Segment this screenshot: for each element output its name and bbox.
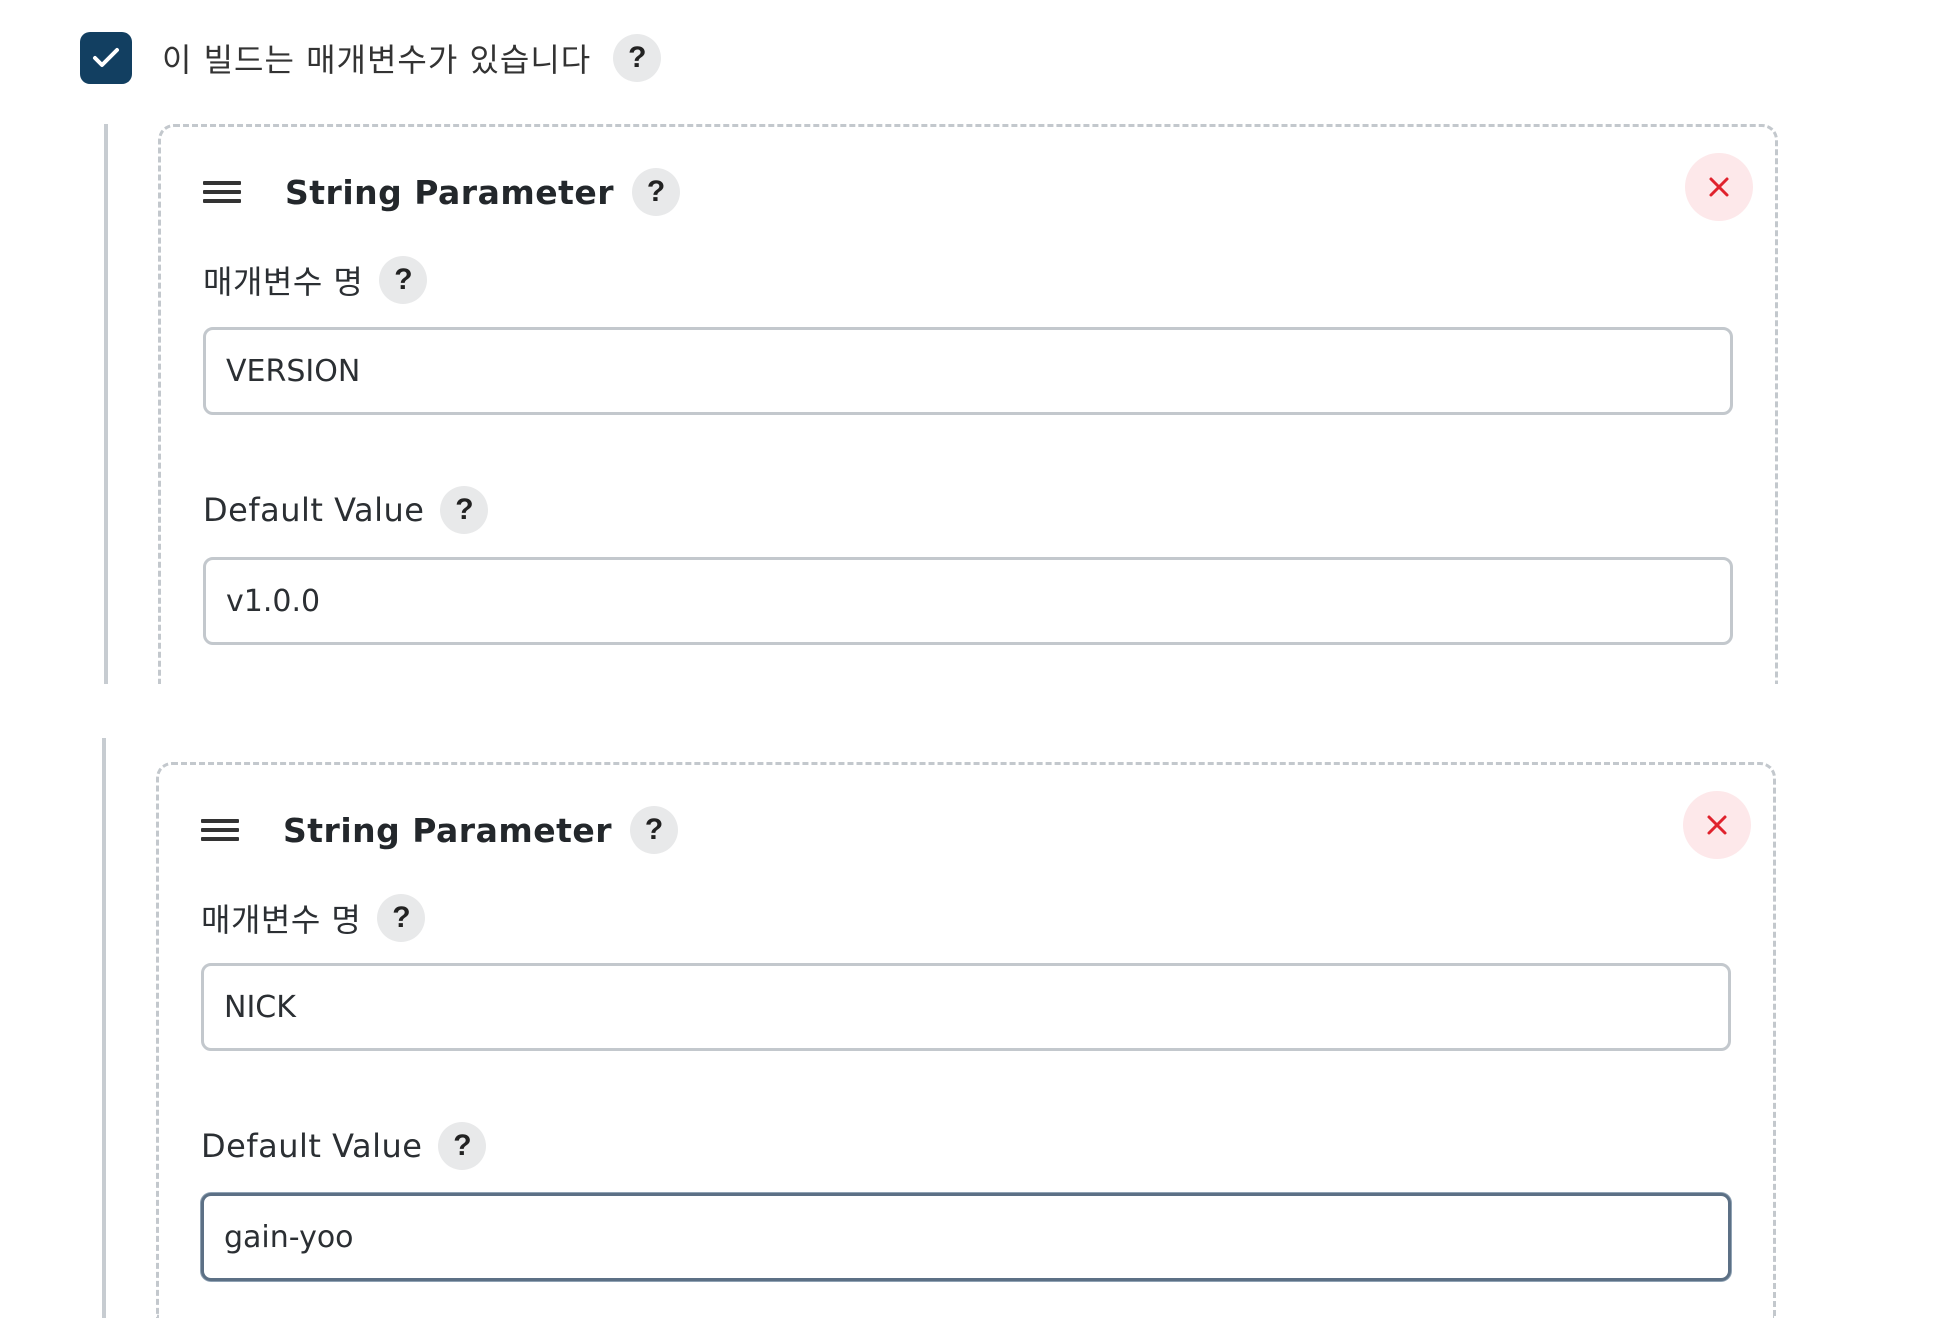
parameter-name-label: 매개변수 명 (203, 263, 364, 301)
checkmark-icon (93, 48, 119, 67)
default-value-label-row: Default Value ? (203, 485, 489, 535)
nesting-indicator-line (104, 124, 108, 684)
help-icon[interactable]: ? (632, 168, 681, 216)
has-parameters-label[interactable]: 이 빌드는 매개변수가 있습니다 (162, 35, 591, 81)
parameter-type-title: String Parameter (283, 810, 613, 850)
help-icon[interactable]: ? (613, 34, 662, 82)
help-icon[interactable]: ? (379, 256, 428, 304)
default-value-label: Default Value (201, 1127, 423, 1165)
parameter-name-label-row: 매개변수 명 ? (201, 893, 426, 943)
has-parameters-checkbox[interactable] (80, 32, 132, 84)
nesting-indicator-line (102, 738, 106, 1318)
default-value-label-row: Default Value ? (201, 1121, 487, 1171)
string-parameter-block: String Parameter ? 매개변수 명 ? Default Valu… (158, 124, 1778, 684)
help-icon[interactable]: ? (630, 806, 679, 854)
parameter-name-label-row: 매개변수 명 ? (203, 255, 428, 305)
build-parameters-section: 이 빌드는 매개변수가 있습니다 ? String Parameter ? 매개… (0, 0, 1940, 1318)
close-icon (1707, 815, 1727, 835)
parameter-type-title: String Parameter (285, 172, 615, 212)
parameter-name-input[interactable] (203, 327, 1733, 415)
default-value-input[interactable] (201, 1193, 1731, 1281)
help-icon[interactable]: ? (440, 486, 489, 534)
help-icon[interactable]: ? (438, 1122, 487, 1170)
delete-parameter-button[interactable] (1685, 153, 1753, 221)
drag-handle-icon[interactable] (201, 817, 239, 843)
help-icon[interactable]: ? (377, 894, 426, 942)
default-value-input[interactable] (203, 557, 1733, 645)
drag-handle-icon[interactable] (203, 179, 241, 205)
parameter-name-input[interactable] (201, 963, 1731, 1051)
default-value-label: Default Value (203, 491, 425, 529)
parameter-name-label: 매개변수 명 (201, 901, 362, 939)
parameter-header: String Parameter ? (201, 805, 679, 855)
has-parameters-row: 이 빌드는 매개변수가 있습니다 ? (80, 32, 662, 84)
close-icon (1709, 177, 1729, 197)
delete-parameter-button[interactable] (1683, 791, 1751, 859)
string-parameter-block: String Parameter ? 매개변수 명 ? Default Valu… (156, 762, 1776, 1318)
parameter-header: String Parameter ? (203, 167, 681, 217)
